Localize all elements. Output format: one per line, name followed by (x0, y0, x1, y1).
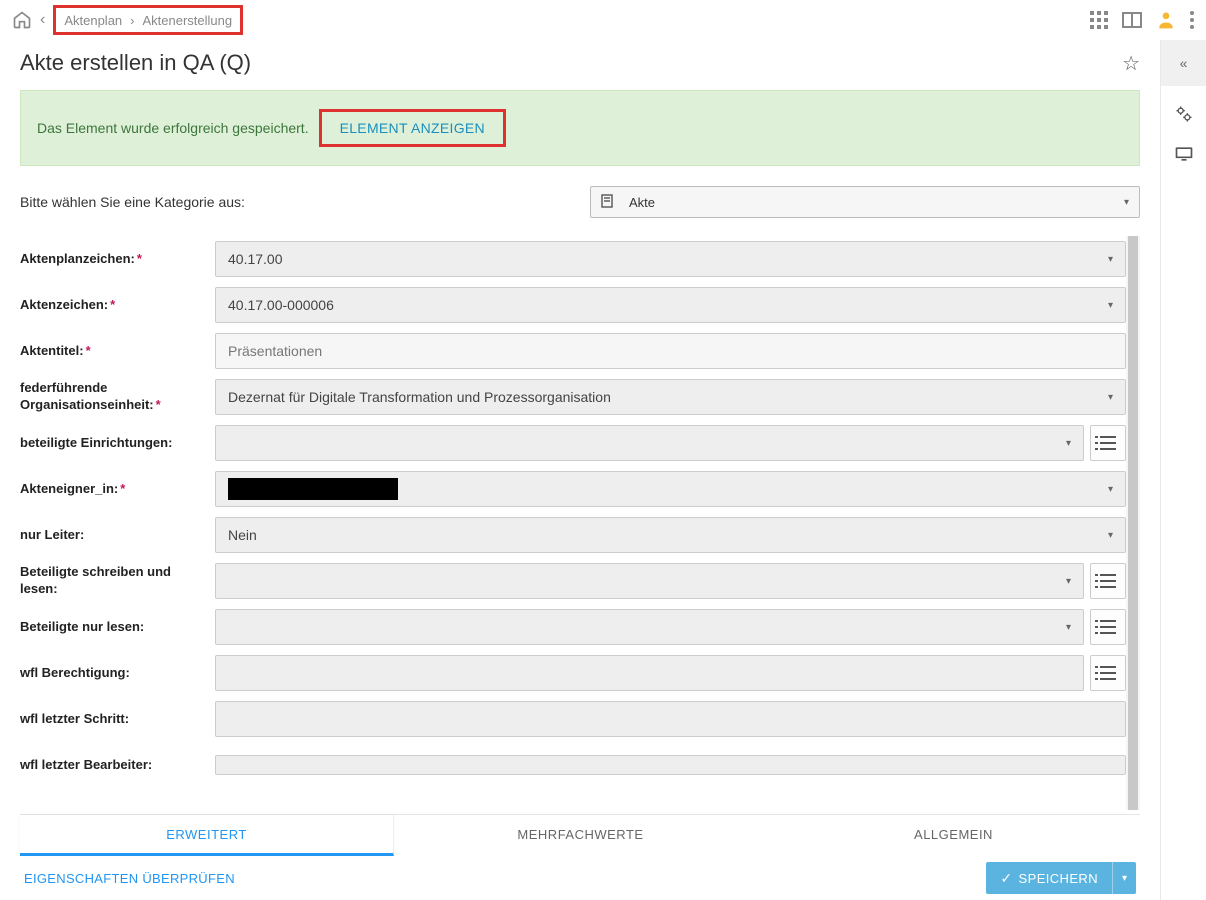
label-akteneigner: Akteneigner_in:* (20, 481, 215, 498)
check-icon: ✓ (1000, 870, 1012, 887)
list-picker-button[interactable] (1090, 609, 1126, 645)
field-beteiligte-lesen[interactable]: ▾ (215, 609, 1084, 645)
field-wfl-letzter-bearbeiter[interactable] (215, 755, 1126, 775)
tab-erweitert[interactable]: ERWEITERT (20, 815, 394, 856)
redacted-value (228, 478, 398, 500)
more-options-icon[interactable] (1190, 11, 1194, 29)
chevron-down-icon: ▾ (1122, 873, 1127, 884)
label-aktenplanzeichen: Aktenplanzeichen:* (20, 251, 215, 268)
chevron-down-icon: ▾ (1066, 622, 1071, 633)
label-beteiligte-schreiben: Beteiligte schreiben und lesen: (20, 564, 215, 598)
alert-message: Das Element wurde erfolgreich gespeicher… (37, 120, 309, 136)
breadcrumb-back-icon[interactable]: ‹ (40, 11, 45, 29)
monitor-icon[interactable] (1174, 145, 1194, 166)
user-profile-icon[interactable] (1156, 10, 1176, 30)
category-label: Bitte wählen Sie eine Kategorie aus: (20, 194, 590, 210)
list-icon (1100, 666, 1116, 680)
list-picker-button[interactable] (1090, 655, 1126, 691)
list-picker-button[interactable] (1090, 425, 1126, 461)
chevron-down-icon: ▾ (1108, 392, 1113, 403)
element-anzeigen-link[interactable]: ELEMENT ANZEIGEN (340, 120, 485, 136)
chevron-down-icon: ▾ (1124, 197, 1129, 208)
breadcrumb-aktenplan[interactable]: Aktenplan (64, 13, 122, 28)
highlight-box-element-anzeigen: ELEMENT ANZEIGEN (319, 109, 506, 147)
label-federfuehrende: federführende Organisationseinheit:* (20, 380, 215, 414)
field-beteiligte-schreiben[interactable]: ▾ (215, 563, 1084, 599)
field-wfl-letzter-schritt[interactable] (215, 701, 1126, 737)
category-folder-icon (601, 194, 613, 211)
label-aktenzeichen: Aktenzeichen:* (20, 297, 215, 314)
chevron-down-icon: ▾ (1108, 300, 1113, 311)
label-wfl-letzter-schritt: wfl letzter Schritt: (20, 711, 215, 728)
breadcrumb-separator-icon: › (130, 13, 134, 28)
panel-layout-icon[interactable] (1122, 12, 1142, 28)
label-aktentitel: Aktentitel:* (20, 343, 215, 360)
chevron-down-icon: ▾ (1108, 530, 1113, 541)
topbar: ‹ Aktenplan › Aktenerstellung (0, 0, 1206, 40)
page-title: Akte erstellen in QA (Q) (20, 50, 251, 76)
field-nur-leiter[interactable]: Nein▾ (215, 517, 1126, 553)
breadcrumb: Aktenplan › Aktenerstellung (53, 5, 243, 35)
label-wfl-letzter-bearbeiter: wfl letzter Bearbeiter: (20, 757, 215, 774)
footer: EIGENSCHAFTEN ÜBERPRÜFEN ✓ SPEICHERN ▾ (20, 856, 1140, 900)
breadcrumb-aktenerstellung[interactable]: Aktenerstellung (143, 13, 233, 28)
label-beteiligte-lesen: Beteiligte nur lesen: (20, 619, 215, 636)
chevron-down-icon: ▾ (1066, 438, 1071, 449)
main-content: Akte erstellen in QA (Q) ☆ Das Element w… (0, 40, 1160, 900)
settings-gears-icon[interactable] (1174, 104, 1194, 127)
sidebar-collapse-button[interactable]: « (1161, 40, 1206, 86)
label-nur-leiter: nur Leiter: (20, 527, 215, 544)
list-icon (1100, 436, 1116, 450)
category-value: Akte (629, 195, 655, 210)
scrollbar[interactable] (1126, 236, 1140, 810)
favorite-star-icon[interactable]: ☆ (1122, 51, 1140, 76)
chevron-down-icon: ▾ (1108, 254, 1113, 265)
speichern-dropdown-button[interactable]: ▾ (1112, 862, 1136, 894)
list-icon (1100, 574, 1116, 588)
tab-allgemein[interactable]: ALLGEMEIN (767, 815, 1140, 856)
chevron-down-icon: ▾ (1066, 576, 1071, 587)
tabs: ERWEITERT MEHRFACHWERTE ALLGEMEIN (20, 814, 1140, 856)
right-sidebar: « (1160, 40, 1206, 900)
speichern-button[interactable]: ✓ SPEICHERN (986, 862, 1112, 894)
field-akteneigner[interactable]: ▾ (215, 471, 1126, 507)
field-aktenzeichen[interactable]: 40.17.00-000006▾ (215, 287, 1126, 323)
field-wfl-berechtigung[interactable] (215, 655, 1084, 691)
field-federfuehrende[interactable]: Dezernat für Digitale Transformation und… (215, 379, 1126, 415)
eigenschaften-ueberpruefen-link[interactable]: EIGENSCHAFTEN ÜBERPRÜFEN (24, 871, 235, 886)
list-icon (1100, 620, 1116, 634)
field-beteiligte-einrichtungen[interactable]: ▾ (215, 425, 1084, 461)
form-area: Aktenplanzeichen:* 40.17.00▾ Aktenzeiche… (20, 236, 1140, 810)
apps-grid-icon[interactable] (1090, 11, 1108, 29)
field-aktenplanzeichen[interactable]: 40.17.00▾ (215, 241, 1126, 277)
list-picker-button[interactable] (1090, 563, 1126, 599)
field-aktentitel[interactable]: Präsentationen (215, 333, 1126, 369)
chevron-down-icon: ▾ (1108, 484, 1113, 495)
category-select[interactable]: Akte ▾ (590, 186, 1140, 218)
tab-mehrfachwerte[interactable]: MEHRFACHWERTE (394, 815, 767, 856)
label-beteiligte-einrichtungen: beteiligte Einrichtungen: (20, 435, 215, 452)
label-wfl-berechtigung: wfl Berechtigung: (20, 665, 215, 682)
home-icon[interactable] (12, 10, 32, 30)
success-alert: Das Element wurde erfolgreich gespeicher… (20, 90, 1140, 166)
